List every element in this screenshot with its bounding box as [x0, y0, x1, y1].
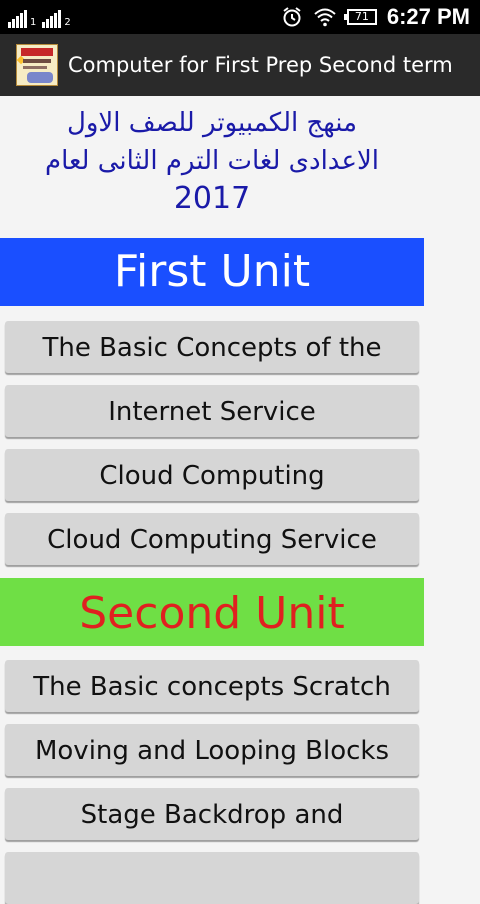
app-logo-icon — [16, 44, 58, 86]
sim2-label: 2 — [64, 17, 71, 28]
lesson-button[interactable]: Stage Backdrop and — [5, 788, 419, 840]
signal-icon: 1 — [8, 10, 36, 28]
lesson-button[interactable]: The Basic Concepts of the — [5, 321, 419, 373]
lesson-button[interactable]: Cloud Computing — [5, 449, 419, 501]
app-bar: Computer for First Prep Second term — [0, 34, 480, 96]
wifi-icon — [313, 7, 337, 27]
alarm-icon — [281, 6, 303, 28]
lesson-button[interactable]: Cloud Computing Service — [5, 513, 419, 565]
lesson-button[interactable]: Internet Service — [5, 385, 419, 437]
lesson-button[interactable]: Moving and Looping Blocks — [5, 724, 419, 776]
signal-icon: 2 — [42, 10, 71, 28]
app-title: Computer for First Prep Second term — [68, 53, 453, 77]
signal-indicators: 1 2 — [8, 6, 71, 28]
curriculum-header: منهج الكمبيوتر للصف الاول الاعدادى لغات … — [0, 104, 424, 218]
clock: 6:27 PM — [386, 4, 470, 29]
header-year: 2017 — [173, 181, 251, 216]
header-arabic-line-1: منهج الكمبيوتر للصف الاول — [66, 108, 358, 138]
battery-icon: 71 — [343, 9, 377, 25]
lesson-button[interactable]: The Basic concepts Scratch — [5, 660, 419, 712]
unit-header-second: Second Unit — [0, 578, 424, 646]
unit-header-first: First Unit — [0, 238, 424, 306]
header-arabic-line-2: الاعدادى لغات الترم الثانى لعام — [44, 146, 380, 176]
lesson-button[interactable] — [5, 852, 419, 904]
status-bar: 1 2 71 6:27 PM — [0, 0, 480, 34]
sim1-label: 1 — [30, 17, 37, 28]
battery-level: 71 — [354, 10, 369, 23]
